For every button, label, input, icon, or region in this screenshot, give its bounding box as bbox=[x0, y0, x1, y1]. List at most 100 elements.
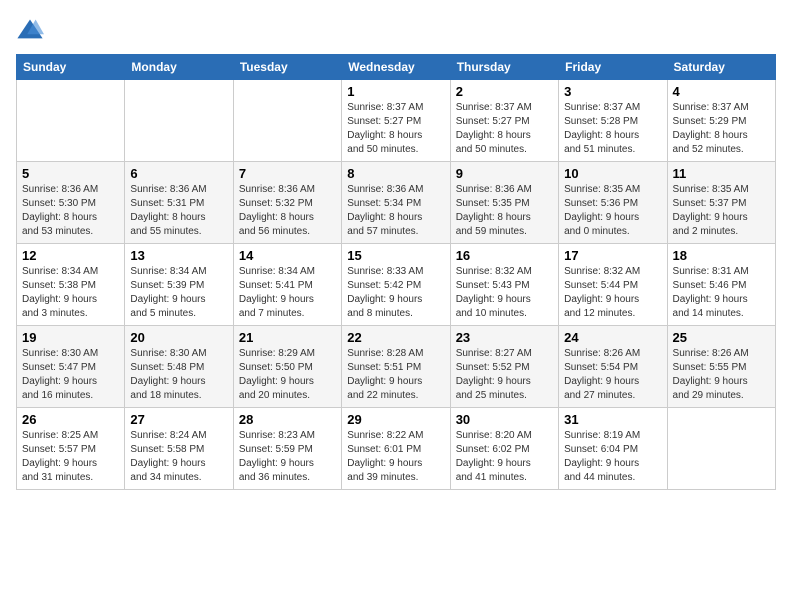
day-number: 22 bbox=[347, 330, 444, 345]
day-number: 28 bbox=[239, 412, 336, 427]
day-number: 24 bbox=[564, 330, 661, 345]
day-number: 8 bbox=[347, 166, 444, 181]
calendar-cell: 6 Sunrise: 8:36 AM Sunset: 5:31 PM Daylig… bbox=[125, 162, 233, 244]
day-number: 26 bbox=[22, 412, 119, 427]
logo bbox=[16, 16, 48, 44]
day-info: Sunrise: 8:32 AM Sunset: 5:44 PM Dayligh… bbox=[564, 265, 661, 321]
header-monday: Monday bbox=[125, 55, 233, 80]
day-info: Sunrise: 8:35 AM Sunset: 5:36 PM Dayligh… bbox=[564, 183, 661, 239]
day-info: Sunrise: 8:27 AM Sunset: 5:52 PM Dayligh… bbox=[456, 347, 553, 403]
calendar-cell: 13 Sunrise: 8:34 AM Sunset: 5:39 PM Dayli… bbox=[125, 244, 233, 326]
day-info: Sunrise: 8:33 AM Sunset: 5:42 PM Dayligh… bbox=[347, 265, 444, 321]
day-info: Sunrise: 8:30 AM Sunset: 5:47 PM Dayligh… bbox=[22, 347, 119, 403]
calendar-cell: 23 Sunrise: 8:27 AM Sunset: 5:52 PM Dayli… bbox=[450, 326, 558, 408]
day-number: 31 bbox=[564, 412, 661, 427]
day-info: Sunrise: 8:24 AM Sunset: 5:58 PM Dayligh… bbox=[130, 429, 227, 485]
calendar-cell: 19 Sunrise: 8:30 AM Sunset: 5:47 PM Dayli… bbox=[17, 326, 125, 408]
calendar-week-4: 19 Sunrise: 8:30 AM Sunset: 5:47 PM Dayli… bbox=[17, 326, 776, 408]
day-info: Sunrise: 8:37 AM Sunset: 5:27 PM Dayligh… bbox=[456, 101, 553, 157]
calendar-cell: 7 Sunrise: 8:36 AM Sunset: 5:32 PM Daylig… bbox=[233, 162, 341, 244]
day-info: Sunrise: 8:30 AM Sunset: 5:48 PM Dayligh… bbox=[130, 347, 227, 403]
calendar-cell: 22 Sunrise: 8:28 AM Sunset: 5:51 PM Dayli… bbox=[342, 326, 450, 408]
day-number: 9 bbox=[456, 166, 553, 181]
day-info: Sunrise: 8:34 AM Sunset: 5:41 PM Dayligh… bbox=[239, 265, 336, 321]
day-info: Sunrise: 8:34 AM Sunset: 5:38 PM Dayligh… bbox=[22, 265, 119, 321]
day-info: Sunrise: 8:25 AM Sunset: 5:57 PM Dayligh… bbox=[22, 429, 119, 485]
calendar-cell: 11Sunrise: 8:35 AM Sunset: 5:37 PM Dayli… bbox=[667, 162, 775, 244]
day-number: 20 bbox=[130, 330, 227, 345]
header-thursday: Thursday bbox=[450, 55, 558, 80]
day-number: 2 bbox=[456, 84, 553, 99]
day-info: Sunrise: 8:36 AM Sunset: 5:34 PM Dayligh… bbox=[347, 183, 444, 239]
day-info: Sunrise: 8:36 AM Sunset: 5:31 PM Dayligh… bbox=[130, 183, 227, 239]
day-info: Sunrise: 8:37 AM Sunset: 5:29 PM Dayligh… bbox=[673, 101, 770, 157]
day-number: 3 bbox=[564, 84, 661, 99]
calendar-cell: 21Sunrise: 8:29 AM Sunset: 5:50 PM Dayli… bbox=[233, 326, 341, 408]
day-info: Sunrise: 8:32 AM Sunset: 5:43 PM Dayligh… bbox=[456, 265, 553, 321]
day-info: Sunrise: 8:19 AM Sunset: 6:04 PM Dayligh… bbox=[564, 429, 661, 485]
header-saturday: Saturday bbox=[667, 55, 775, 80]
day-number: 17 bbox=[564, 248, 661, 263]
day-number: 29 bbox=[347, 412, 444, 427]
day-info: Sunrise: 8:23 AM Sunset: 5:59 PM Dayligh… bbox=[239, 429, 336, 485]
day-info: Sunrise: 8:35 AM Sunset: 5:37 PM Dayligh… bbox=[673, 183, 770, 239]
header-tuesday: Tuesday bbox=[233, 55, 341, 80]
day-number: 27 bbox=[130, 412, 227, 427]
calendar-cell: 25 Sunrise: 8:26 AM Sunset: 5:55 PM Dayli… bbox=[667, 326, 775, 408]
calendar-cell: 17 Sunrise: 8:32 AM Sunset: 5:44 PM Dayli… bbox=[559, 244, 667, 326]
day-number: 19 bbox=[22, 330, 119, 345]
calendar-cell bbox=[233, 80, 341, 162]
day-number: 13 bbox=[130, 248, 227, 263]
day-number: 1 bbox=[347, 84, 444, 99]
day-number: 12 bbox=[22, 248, 119, 263]
calendar-week-5: 26 Sunrise: 8:25 AM Sunset: 5:57 PM Dayli… bbox=[17, 408, 776, 490]
calendar-cell: 9 Sunrise: 8:36 AM Sunset: 5:35 PM Daylig… bbox=[450, 162, 558, 244]
day-number: 23 bbox=[456, 330, 553, 345]
calendar-cell: 3Sunrise: 8:37 AM Sunset: 5:28 PM Daylig… bbox=[559, 80, 667, 162]
calendar-cell bbox=[17, 80, 125, 162]
day-info: Sunrise: 8:36 AM Sunset: 5:35 PM Dayligh… bbox=[456, 183, 553, 239]
header-wednesday: Wednesday bbox=[342, 55, 450, 80]
day-info: Sunrise: 8:22 AM Sunset: 6:01 PM Dayligh… bbox=[347, 429, 444, 485]
day-info: Sunrise: 8:28 AM Sunset: 5:51 PM Dayligh… bbox=[347, 347, 444, 403]
calendar-cell: 28 Sunrise: 8:23 AM Sunset: 5:59 PM Dayli… bbox=[233, 408, 341, 490]
calendar-cell: 18 Sunrise: 8:31 AM Sunset: 5:46 PM Dayli… bbox=[667, 244, 775, 326]
calendar-cell: 14 Sunrise: 8:34 AM Sunset: 5:41 PM Dayli… bbox=[233, 244, 341, 326]
day-info: Sunrise: 8:29 AM Sunset: 5:50 PM Dayligh… bbox=[239, 347, 336, 403]
calendar-cell: 4 Sunrise: 8:37 AM Sunset: 5:29 PM Daylig… bbox=[667, 80, 775, 162]
header-friday: Friday bbox=[559, 55, 667, 80]
calendar-cell: 20 Sunrise: 8:30 AM Sunset: 5:48 PM Dayli… bbox=[125, 326, 233, 408]
calendar-cell: 12 Sunrise: 8:34 AM Sunset: 5:38 PM Dayli… bbox=[17, 244, 125, 326]
day-number: 15 bbox=[347, 248, 444, 263]
calendar-cell bbox=[667, 408, 775, 490]
day-info: Sunrise: 8:26 AM Sunset: 5:55 PM Dayligh… bbox=[673, 347, 770, 403]
calendar-cell: 31 Sunrise: 8:19 AM Sunset: 6:04 PM Dayli… bbox=[559, 408, 667, 490]
calendar-cell: 5Sunrise: 8:36 AM Sunset: 5:30 PM Daylig… bbox=[17, 162, 125, 244]
calendar-cell: 27 Sunrise: 8:24 AM Sunset: 5:58 PM Dayli… bbox=[125, 408, 233, 490]
day-number: 18 bbox=[673, 248, 770, 263]
day-number: 25 bbox=[673, 330, 770, 345]
day-info: Sunrise: 8:26 AM Sunset: 5:54 PM Dayligh… bbox=[564, 347, 661, 403]
day-info: Sunrise: 8:34 AM Sunset: 5:39 PM Dayligh… bbox=[130, 265, 227, 321]
day-number: 4 bbox=[673, 84, 770, 99]
calendar-cell: 15 Sunrise: 8:33 AM Sunset: 5:42 PM Dayli… bbox=[342, 244, 450, 326]
day-info: Sunrise: 8:36 AM Sunset: 5:30 PM Dayligh… bbox=[22, 183, 119, 239]
calendar-cell: 8 Sunrise: 8:36 AM Sunset: 5:34 PM Daylig… bbox=[342, 162, 450, 244]
calendar-cell: 16Sunrise: 8:32 AM Sunset: 5:43 PM Dayli… bbox=[450, 244, 558, 326]
day-number: 7 bbox=[239, 166, 336, 181]
day-number: 6 bbox=[130, 166, 227, 181]
day-info: Sunrise: 8:36 AM Sunset: 5:32 PM Dayligh… bbox=[239, 183, 336, 239]
calendar: SundayMondayTuesdayWednesdayThursdayFrid… bbox=[16, 54, 776, 490]
day-number: 14 bbox=[239, 248, 336, 263]
calendar-header-row: SundayMondayTuesdayWednesdayThursdayFrid… bbox=[17, 55, 776, 80]
day-number: 30 bbox=[456, 412, 553, 427]
day-info: Sunrise: 8:31 AM Sunset: 5:46 PM Dayligh… bbox=[673, 265, 770, 321]
day-info: Sunrise: 8:20 AM Sunset: 6:02 PM Dayligh… bbox=[456, 429, 553, 485]
calendar-cell: 30 Sunrise: 8:20 AM Sunset: 6:02 PM Dayli… bbox=[450, 408, 558, 490]
calendar-week-2: 5Sunrise: 8:36 AM Sunset: 5:30 PM Daylig… bbox=[17, 162, 776, 244]
day-number: 10 bbox=[564, 166, 661, 181]
calendar-cell: 10 Sunrise: 8:35 AM Sunset: 5:36 PM Dayli… bbox=[559, 162, 667, 244]
calendar-week-3: 12 Sunrise: 8:34 AM Sunset: 5:38 PM Dayli… bbox=[17, 244, 776, 326]
calendar-cell: 29 Sunrise: 8:22 AM Sunset: 6:01 PM Dayli… bbox=[342, 408, 450, 490]
logo-icon bbox=[16, 16, 44, 44]
